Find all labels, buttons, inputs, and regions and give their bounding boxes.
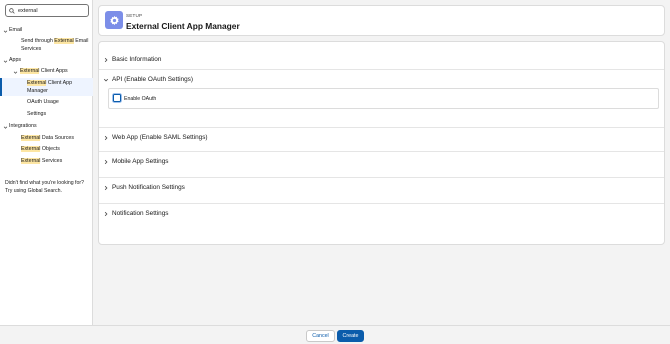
chevron-down-icon[interactable]	[3, 125, 8, 130]
chevron-right-icon[interactable]	[103, 135, 109, 141]
enable-oauth-checkbox[interactable]	[113, 94, 121, 102]
no-results-help: Didn't find what you're looking for? Try…	[5, 180, 84, 194]
search-input[interactable]	[18, 7, 88, 14]
page-title: External Client App Manager	[126, 21, 240, 31]
page-header: SETUP External Client App Manager	[98, 5, 665, 36]
chevron-down-icon[interactable]	[13, 70, 18, 75]
section-basic-information[interactable]: Basic Information	[99, 50, 664, 70]
gear-icon	[105, 11, 123, 29]
chevron-down-icon[interactable]	[3, 59, 8, 64]
enable-oauth-panel: Enable OAuth	[108, 88, 659, 109]
section-api-oauth[interactable]: API (Enable OAuth Settings)	[99, 69, 664, 89]
cancel-button[interactable]: Cancel	[306, 330, 335, 342]
chevron-right-icon[interactable]	[103, 211, 109, 217]
chevron-right-icon[interactable]	[103, 159, 109, 165]
page-eyebrow: SETUP	[126, 13, 143, 18]
quick-find-search[interactable]	[5, 4, 89, 17]
enable-oauth-label: Enable OAuth	[124, 96, 157, 102]
setup-sidebar: Email Send through External Email Servic…	[0, 0, 93, 325]
section-web-app-saml[interactable]: Web App (Enable SAML Settings)	[99, 127, 664, 147]
chevron-right-icon[interactable]	[103, 185, 109, 191]
form-card: Basic Information API (Enable OAuth Sett…	[98, 41, 665, 245]
section-notification-settings[interactable]: Notification Settings	[99, 203, 664, 223]
search-icon	[9, 7, 15, 14]
section-mobile-app-settings[interactable]: Mobile App Settings	[99, 151, 664, 171]
chevron-down-icon[interactable]	[3, 29, 8, 34]
section-push-notification-settings[interactable]: Push Notification Settings	[99, 177, 664, 197]
create-button[interactable]: Create	[337, 330, 364, 342]
chevron-down-icon[interactable]	[103, 77, 109, 83]
chevron-right-icon[interactable]	[103, 57, 109, 63]
form-footer: Cancel Create	[0, 325, 670, 344]
